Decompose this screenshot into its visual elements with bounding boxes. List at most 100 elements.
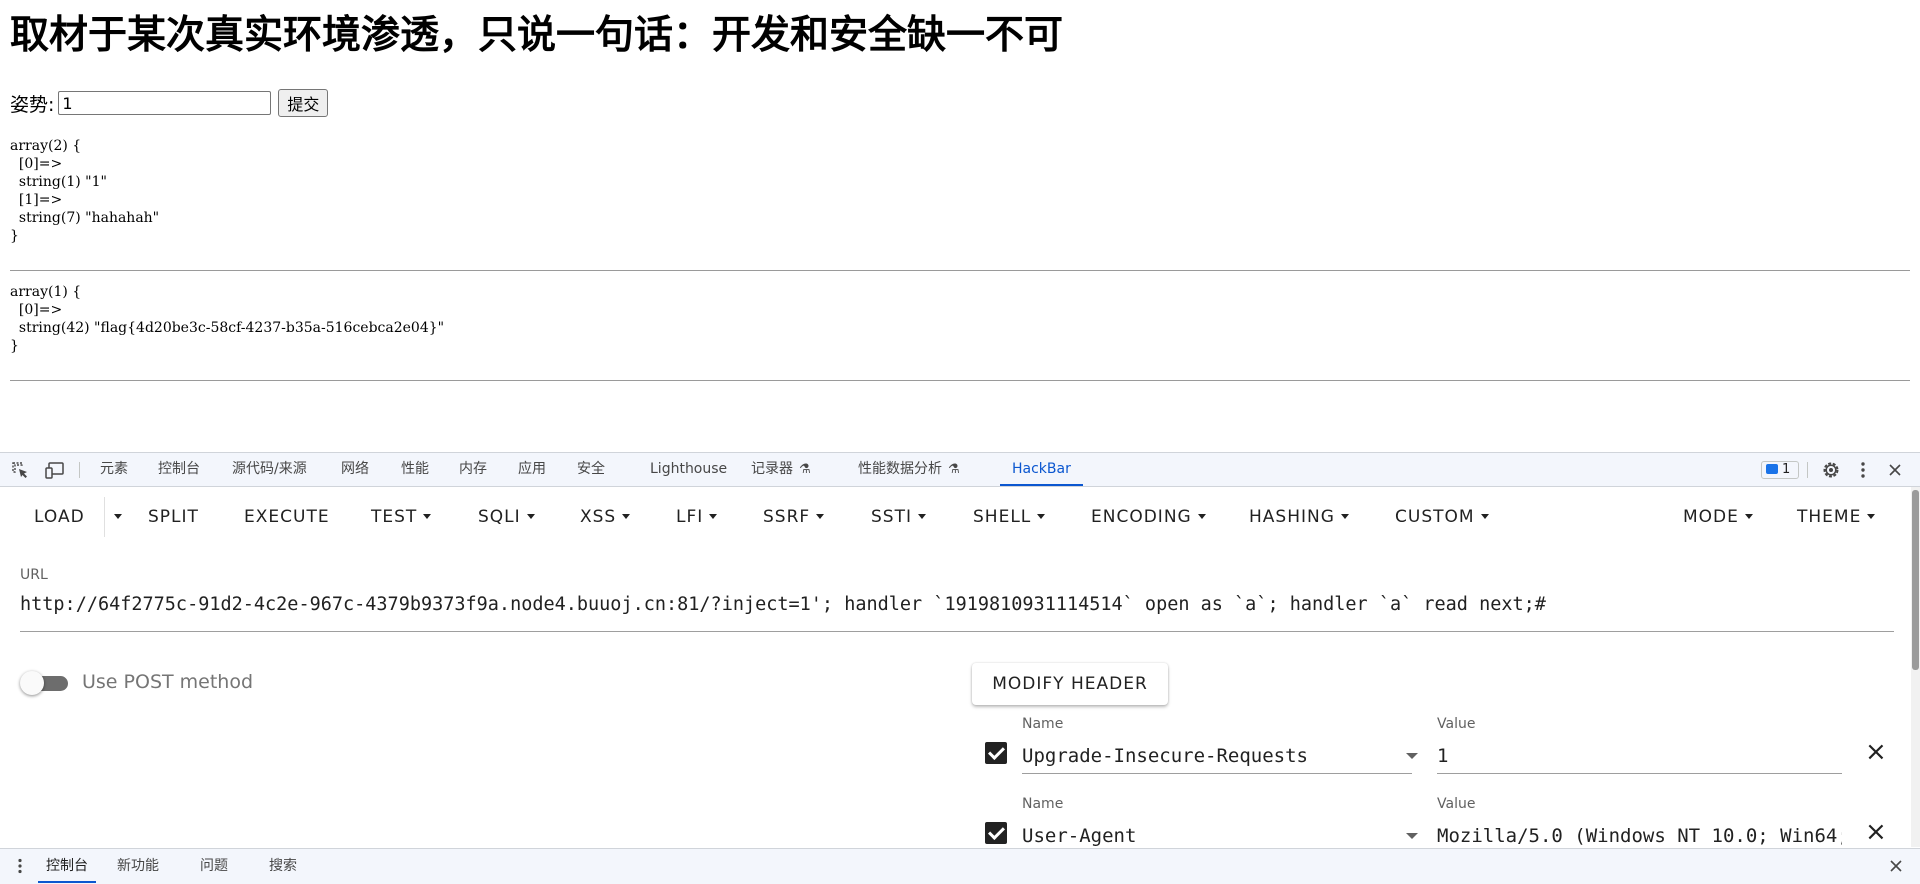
xss-menu[interactable]: XSS (580, 487, 631, 547)
devtools-drawer-tabbar: 控制台 新功能 问题 搜索 (0, 848, 1920, 884)
header-enabled-checkbox[interactable] (985, 742, 1007, 764)
url-label: URL (20, 567, 48, 583)
dump-output-2: array(1) { [0]=> string(42) "flag{4d20be… (10, 284, 445, 354)
encoding-menu-label: ENCODING (1091, 507, 1192, 527)
chevron-down-icon (1340, 514, 1349, 519)
remove-header-icon[interactable]: × (1865, 739, 1887, 765)
chevron-down-icon (526, 514, 535, 519)
hackbar-panel: LOAD SPLIT EXECUTE TEST SQLI XSS LFI SSR… (0, 487, 1920, 847)
issues-badge[interactable]: 1 (1761, 461, 1799, 479)
sqli-menu[interactable]: SQLI (478, 487, 535, 547)
header-name-underline (1022, 773, 1412, 774)
hashing-menu-label: HASHING (1249, 507, 1335, 527)
chevron-down-icon (423, 514, 432, 519)
header-value-input[interactable]: Mozilla/5.0 (Windows NT 10.0; Win64; x64… (1437, 825, 1842, 847)
tab-network[interactable]: 网络 (341, 453, 369, 486)
tab-recorder-label: 记录器 (751, 461, 793, 477)
header-enabled-checkbox[interactable] (985, 822, 1007, 844)
header-value-underline (1437, 773, 1842, 774)
header-name-input[interactable]: User-Agent (1022, 825, 1382, 847)
issues-chat-icon (1766, 464, 1778, 474)
page-title: 取材于某次真实环境渗透，只说一句话：开发和安全缺一不可 (10, 13, 1064, 58)
tab-performance-insights-label: 性能数据分析 (858, 461, 942, 477)
toolbar-divider (104, 497, 105, 537)
sqli-menu-label: SQLI (478, 507, 521, 527)
drawer-menu-icon[interactable] (17, 858, 23, 878)
drawer-tab-console[interactable]: 控制台 (38, 849, 96, 883)
tab-hackbar[interactable]: HackBar (1000, 453, 1083, 486)
toolbar-divider (79, 462, 80, 478)
execute-button[interactable]: EXECUTE (244, 487, 330, 547)
mode-menu[interactable]: MODE (1683, 487, 1753, 547)
more-options-icon[interactable] (1860, 461, 1866, 483)
url-input[interactable]: http://64f2775c-91d2-4c2e-967c-4379b9373… (20, 594, 1894, 618)
header-name-label: Name (1022, 716, 1064, 732)
custom-menu-label: CUSTOM (1395, 507, 1475, 527)
encoding-menu[interactable]: ENCODING (1091, 487, 1206, 547)
split-button[interactable]: SPLIT (148, 487, 199, 547)
chevron-down-icon (709, 514, 718, 519)
lfi-menu[interactable]: LFI (676, 487, 718, 547)
tab-memory[interactable]: 内存 (459, 453, 487, 486)
tab-sources[interactable]: 源代码/来源 (232, 453, 307, 486)
custom-menu[interactable]: CUSTOM (1395, 487, 1489, 547)
tab-elements[interactable]: 元素 (100, 453, 128, 486)
inject-label: 姿势: (10, 93, 55, 116)
hashing-menu[interactable]: HASHING (1249, 487, 1349, 547)
header-name-label: Name (1022, 796, 1064, 812)
lfi-menu-label: LFI (676, 507, 704, 527)
header-value-input[interactable]: 1 (1437, 745, 1842, 767)
load-button[interactable]: LOAD (34, 487, 85, 547)
post-method-label: Use POST method (82, 671, 254, 693)
header-value-label: Value (1437, 716, 1476, 732)
close-devtools-icon[interactable] (1888, 463, 1902, 481)
hackbar-scrollbar[interactable] (1911, 487, 1920, 847)
theme-menu[interactable]: THEME (1797, 487, 1876, 547)
inspect-element-icon[interactable] (11, 461, 29, 483)
modify-header-button[interactable]: MODIFY HEADER (972, 663, 1168, 705)
ssrf-menu[interactable]: SSRF (763, 487, 825, 547)
experimental-flask-icon: ⚗ (799, 462, 811, 477)
ssti-menu-label: SSTI (871, 507, 912, 527)
inject-form: 姿势: 提交 (10, 89, 329, 117)
chevron-down-icon (114, 514, 122, 519)
test-menu-label: TEST (371, 507, 418, 527)
chevron-down-icon (1037, 514, 1046, 519)
device-toolbar-icon[interactable] (45, 461, 67, 483)
post-method-toggle[interactable] (20, 668, 70, 698)
test-menu[interactable]: TEST (371, 487, 432, 547)
xss-menu-label: XSS (580, 507, 617, 527)
mode-menu-label: MODE (1683, 507, 1739, 527)
submit-button[interactable]: 提交 (278, 89, 329, 117)
drawer-tab-issues[interactable]: 问题 (200, 849, 228, 883)
tab-lighthouse[interactable]: Lighthouse (650, 453, 727, 486)
tab-recorder[interactable]: 记录器 ⚗ (751, 453, 811, 486)
tab-performance-insights[interactable]: 性能数据分析 ⚗ (858, 453, 960, 486)
divider (10, 380, 1910, 381)
shell-menu-label: SHELL (973, 507, 1032, 527)
ssti-menu[interactable]: SSTI (871, 487, 926, 547)
header-name-dropdown-icon[interactable] (1406, 753, 1418, 759)
theme-menu-label: THEME (1797, 507, 1862, 527)
header-row: Name User-Agent Value Mozilla/5.0 (Windo… (985, 796, 1887, 847)
devtools-tabbar: 元素 控制台 源代码/来源 网络 性能 内存 应用 安全 Lighthouse … (0, 452, 1920, 487)
load-dropdown-button[interactable] (108, 487, 122, 547)
drawer-tab-search[interactable]: 搜索 (269, 849, 297, 883)
close-drawer-icon[interactable] (1889, 859, 1903, 877)
tab-application[interactable]: 应用 (518, 453, 546, 486)
chevron-down-icon (917, 514, 926, 519)
remove-header-icon[interactable]: × (1865, 819, 1887, 845)
header-name-dropdown-icon[interactable] (1406, 833, 1418, 839)
header-name-input[interactable]: Upgrade-Insecure-Requests (1022, 745, 1382, 767)
settings-gear-icon[interactable] (1821, 460, 1841, 484)
chevron-down-icon (622, 514, 631, 519)
shell-menu[interactable]: SHELL (973, 487, 1046, 547)
tab-performance[interactable]: 性能 (401, 453, 429, 486)
chevron-down-icon (816, 514, 825, 519)
inject-input[interactable] (58, 91, 272, 115)
tab-console[interactable]: 控制台 (158, 453, 200, 486)
drawer-tab-whats-new[interactable]: 新功能 (117, 849, 159, 883)
scrollbar-thumb[interactable] (1912, 490, 1919, 670)
tab-security[interactable]: 安全 (577, 453, 605, 486)
header-value-label: Value (1437, 796, 1476, 812)
